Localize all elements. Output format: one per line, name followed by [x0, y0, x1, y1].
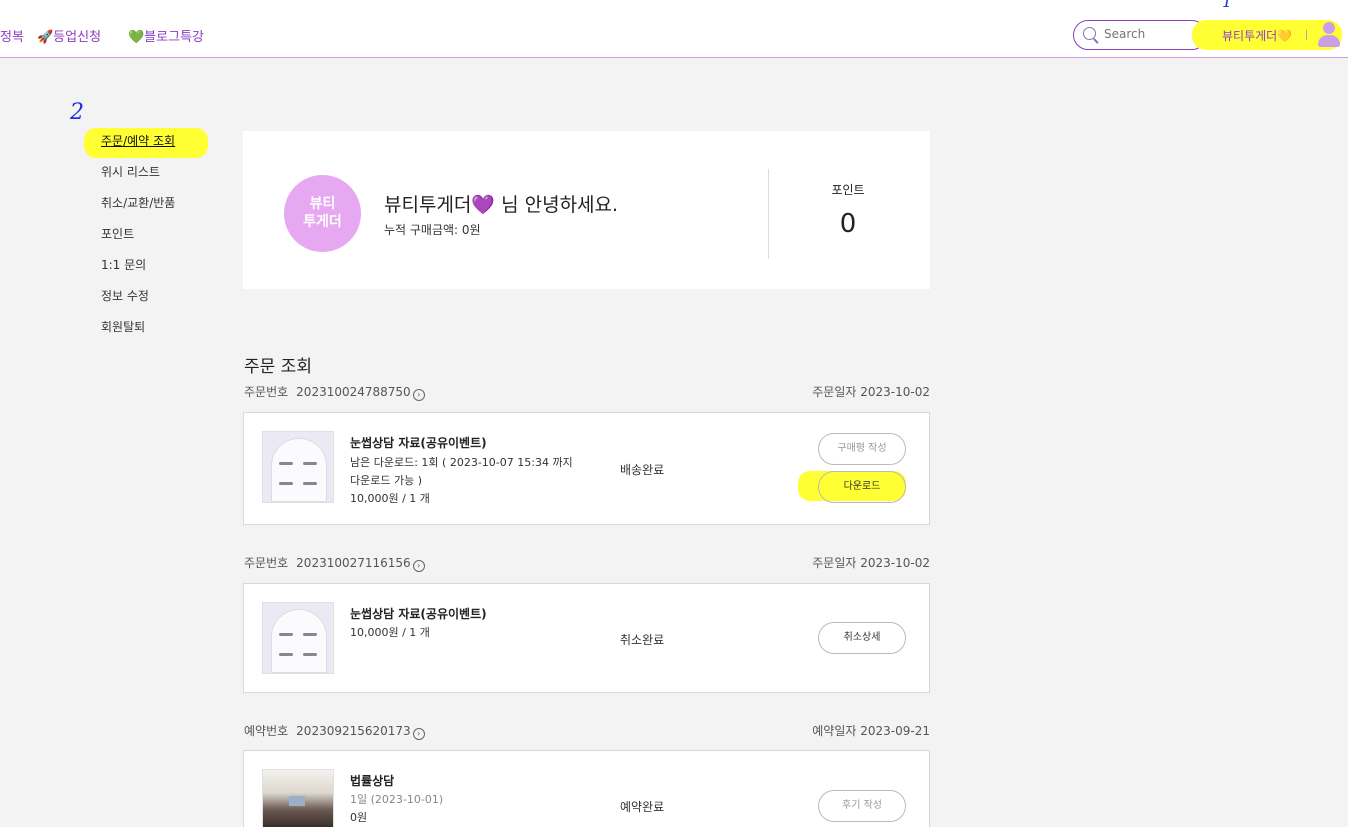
annotation-mark-1: 1 — [1222, 0, 1233, 11]
order-date-value: 2023-10-02 — [860, 556, 930, 570]
order-number-label: 주문번호 — [244, 385, 289, 399]
download-remaining-cont: 다운로드 가능 ) — [350, 474, 423, 487]
product-thumbnail[interactable] — [262, 769, 334, 827]
profile-avatar: 뷰티 투게더 — [284, 175, 361, 252]
order-number-value: 202310024788750 — [296, 385, 411, 399]
profile-card: 뷰티 투게더 뷰티투게더💜 님 안녕하세요. 누적 구매금액: 0원 포인트 0 — [243, 131, 930, 289]
write-review-button[interactable]: 후기 작성 — [818, 790, 906, 822]
chevron-right-icon[interactable]: › — [412, 389, 425, 401]
sidebar-item-returns[interactable]: 취소/교환/반품 — [101, 193, 175, 224]
user-name-link[interactable]: 뷰티투게더💛 — [1222, 27, 1292, 44]
product-thumbnail[interactable] — [262, 602, 334, 674]
order-date-value: 2023-10-02 — [860, 385, 930, 399]
eyebrow-shape — [279, 653, 293, 656]
reservation-date: 예약일자 2023-09-21 — [812, 722, 930, 739]
points-label: 포인트 — [831, 183, 865, 197]
chevron-right-icon[interactable]: › — [412, 728, 425, 740]
reservation-status: 예약완료 — [620, 800, 665, 814]
sidebar-menu: 주문/예약 조회 위시 리스트 취소/교환/반품 포인트 1:1 문의 정보 수… — [101, 131, 175, 348]
search-input[interactable] — [1104, 27, 1199, 41]
sidebar-item-withdraw[interactable]: 회원탈퇴 — [101, 317, 175, 348]
avatar-text-2: 투게더 — [303, 214, 342, 230]
user-avatar-icon[interactable] — [1316, 20, 1342, 48]
order-number[interactable]: 주문번호 202310024788750 › — [244, 383, 425, 401]
price-qty: 10,000원 / 1 개 — [350, 492, 430, 505]
reservation-date-value: 2023-09-21 — [860, 724, 930, 738]
reservation-date-label: 예약일자 — [812, 724, 857, 738]
product-name[interactable]: 눈썹상담 자료(공유이벤트) — [350, 605, 487, 622]
order-status: 배송완료 — [620, 463, 665, 477]
divider — [1306, 30, 1307, 40]
download-remaining: 남은 다운로드: 1회 ( 2023-10-07 15:34 까지 — [350, 456, 573, 469]
product-thumbnail[interactable] — [262, 431, 334, 503]
order-date: 주문일자 2023-10-02 — [812, 554, 930, 571]
thumbnail-shape — [271, 438, 327, 502]
avatar-text-1: 뷰티 — [309, 196, 336, 212]
order-date-label: 주문일자 — [812, 556, 857, 570]
order-status: 취소완료 — [620, 633, 665, 647]
greeting-text: 뷰티투게더💜 님 안녕하세요. — [384, 194, 619, 216]
eyebrow-shape — [303, 633, 317, 636]
reservation-days: 1일 (2023-10-01) — [350, 793, 444, 806]
nav-item-upgrade[interactable]: 🚀등업신청 — [37, 26, 101, 45]
eyebrow-shape — [303, 482, 317, 485]
order-number-value: 202310027116156 — [296, 556, 411, 570]
divider — [768, 169, 769, 259]
chevron-right-icon[interactable]: › — [412, 560, 425, 572]
sidebar-item-edit-info[interactable]: 정보 수정 — [101, 286, 175, 317]
reservation-card: 법률상담 1일 (2023-10-01) 0원 예약완료 후기 작성 — [243, 750, 930, 827]
avatar-head — [1323, 22, 1335, 34]
nav-item-blog-lecture[interactable]: 💚블로그특강 — [128, 26, 204, 45]
eyebrow-shape — [279, 633, 293, 636]
sidebar-item-orders[interactable]: 주문/예약 조회 — [101, 131, 175, 162]
nav-item-partial[interactable]: 정복 — [0, 26, 24, 45]
eyebrow-shape — [303, 653, 317, 656]
avatar-body — [1318, 35, 1340, 47]
sidebar-item-points[interactable]: 포인트 — [101, 224, 175, 255]
order-date: 주문일자 2023-10-02 — [812, 383, 930, 400]
cumulative-purchase: 누적 구매금액: 0원 — [384, 223, 481, 237]
product-name[interactable]: 법률상담 — [350, 772, 394, 789]
eyebrow-shape — [279, 482, 293, 485]
search-box[interactable] — [1073, 20, 1207, 50]
eyebrow-shape — [279, 462, 293, 465]
reservation-number-value: 202309215620173 — [296, 724, 411, 738]
eyebrow-shape — [303, 462, 317, 465]
annotation-mark-2: 2 — [70, 100, 84, 125]
sidebar-item-inquiry[interactable]: 1:1 문의 — [101, 255, 175, 286]
cancel-detail-button[interactable]: 취소상세 — [818, 622, 906, 654]
download-button[interactable]: 다운로드 — [818, 471, 906, 503]
order-number[interactable]: 주문번호 202310027116156 › — [244, 554, 425, 572]
sidebar-item-wishlist[interactable]: 위시 리스트 — [101, 162, 175, 193]
top-bar: 정복 🚀등업신청 💚블로그특강 뷰티투게더💛 — [0, 0, 1348, 58]
photo-detail — [289, 796, 305, 806]
orders-title: 주문 조회 — [244, 357, 312, 377]
order-card: 눈썹상담 자료(공유이벤트) 10,000원 / 1 개 취소완료 취소상세 — [243, 583, 930, 693]
points-value: 0 — [839, 209, 857, 239]
price: 0원 — [350, 811, 368, 824]
write-review-button[interactable]: 구매평 작성 — [818, 433, 906, 465]
price-qty: 10,000원 / 1 개 — [350, 626, 430, 639]
search-icon — [1083, 27, 1096, 40]
reservation-number[interactable]: 예약번호 202309215620173 › — [244, 722, 425, 740]
order-number-label: 주문번호 — [244, 556, 289, 570]
reservation-number-label: 예약번호 — [244, 724, 289, 738]
thumbnail-shape — [271, 609, 327, 673]
order-card: 눈썹상담 자료(공유이벤트) 남은 다운로드: 1회 ( 2023-10-07 … — [243, 412, 930, 525]
order-date-label: 주문일자 — [812, 385, 857, 399]
product-name[interactable]: 눈썹상담 자료(공유이벤트) — [350, 434, 487, 451]
